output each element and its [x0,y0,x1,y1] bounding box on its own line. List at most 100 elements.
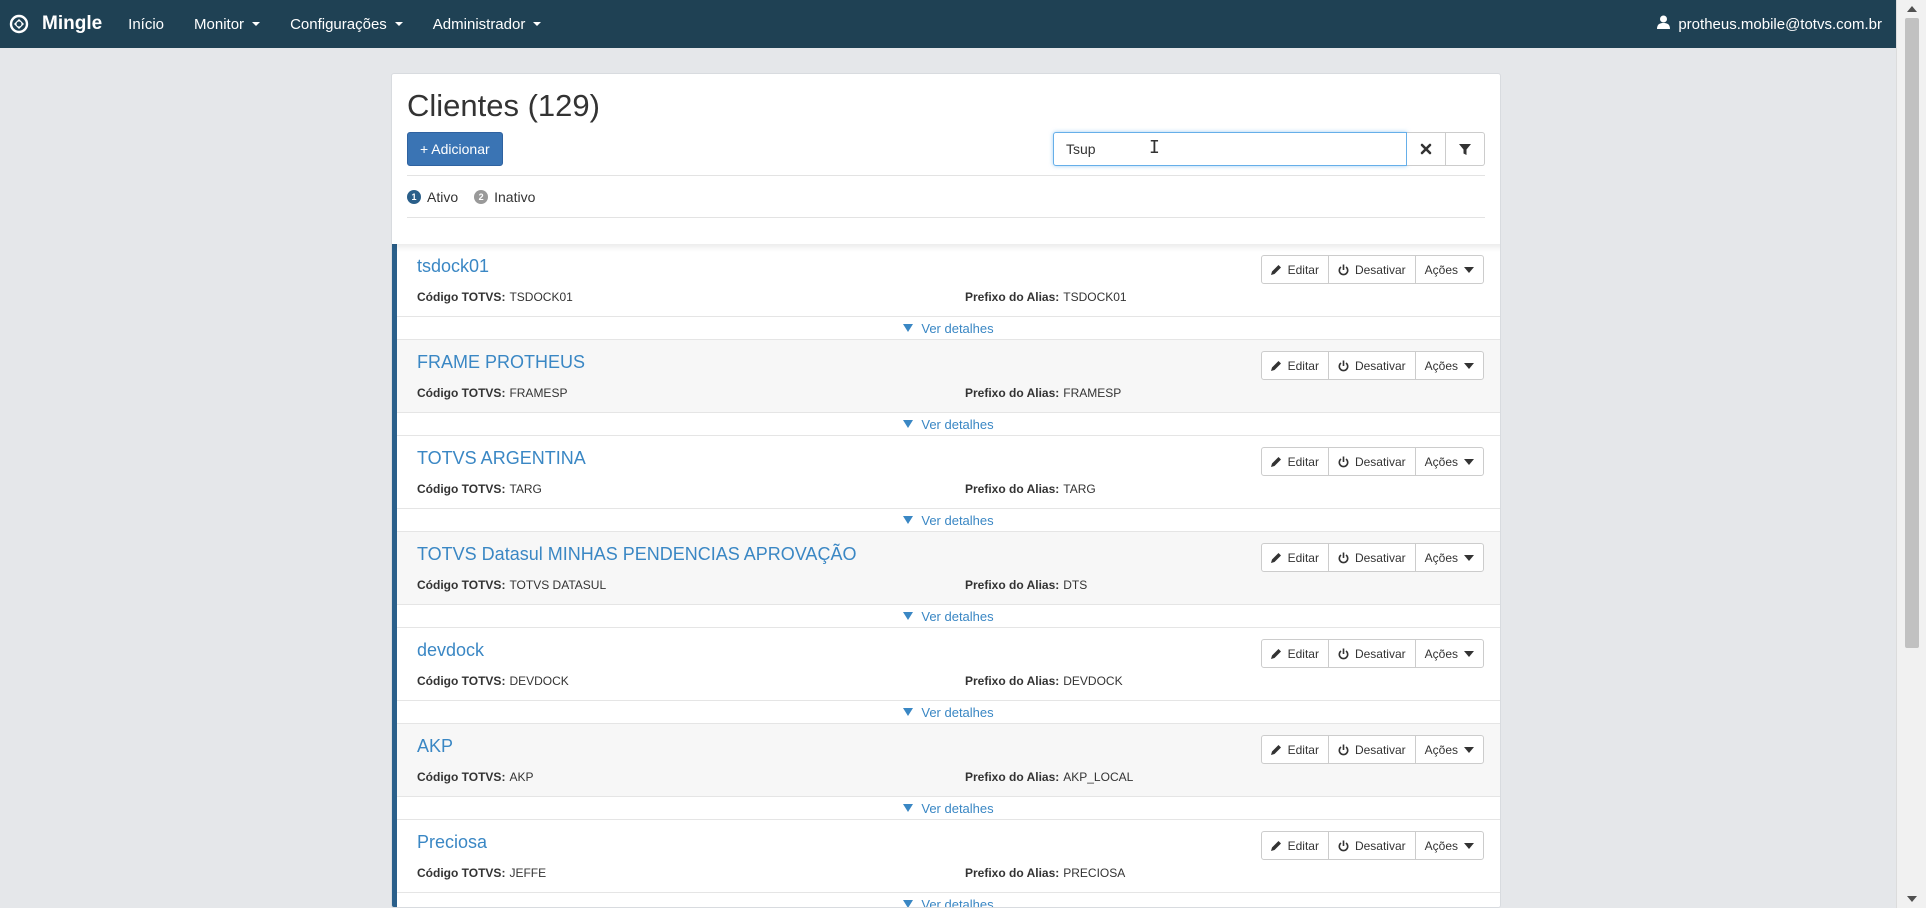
edit-button[interactable]: Editar [1260,735,1329,764]
deactivate-label: Desativar [1354,358,1406,373]
nav-configuracoes-label: Configurações [290,15,387,33]
nav-inicio[interactable]: Início [128,16,164,33]
deactivate-button[interactable]: Desativar [1327,735,1416,764]
nav-administrador[interactable]: Administrador [433,16,542,33]
page-scrollbar[interactable] [1896,0,1926,908]
deactivate-button[interactable]: Desativar [1327,447,1416,476]
client-actions: Editar Desativar Ações [1260,543,1484,572]
client-code: Código TOTVS: TARG [417,482,542,496]
filter-button[interactable] [1446,132,1485,166]
alias-value: AKP_LOCAL [1063,770,1134,784]
edit-button[interactable]: Editar [1260,639,1329,668]
edit-button[interactable]: Editar [1260,543,1329,572]
code-value: TSDOCK01 [509,290,573,304]
actions-label: Ações [1424,646,1458,661]
view-details-label: Ver detalhes [921,800,994,816]
deactivate-button[interactable]: Desativar [1327,543,1416,572]
nav-configuracoes[interactable]: Configurações [290,16,403,33]
actions-dropdown-button[interactable]: Ações [1414,543,1484,572]
view-details-toggle[interactable]: Ver detalhes [397,508,1500,532]
client-name-link[interactable]: TOTVS ARGENTINA [417,448,586,469]
view-details-toggle[interactable]: Ver detalhes [397,316,1500,340]
mingle-logo-icon[interactable] [8,13,30,35]
code-label: Código TOTVS: [417,866,506,880]
code-label: Código TOTVS: [417,386,506,400]
alias-label: Prefixo do Alias: [965,386,1060,400]
code-value: FRAMESP [509,386,568,400]
status-label-inativo[interactable]: Inativo [494,189,535,205]
power-icon [1338,744,1349,755]
view-details-toggle[interactable]: Ver detalhes [397,412,1500,436]
client-name-link[interactable]: TOTVS Datasul MINHAS PENDENCIAS APROVAÇÃ… [417,544,856,565]
scroll-up-arrow-icon[interactable] [1907,6,1917,12]
status-label-ativo[interactable]: Ativo [427,189,458,205]
alias-value: TSDOCK01 [1063,290,1127,304]
list-item: Preciosa Código TOTVS: JEFFE Prefixo do A… [397,820,1500,908]
client-name-link[interactable]: AKP [417,736,453,757]
nav-monitor[interactable]: Monitor [194,15,261,33]
client-actions: Editar Desativar Ações [1260,255,1484,284]
deactivate-button[interactable]: Desativar [1327,351,1416,380]
client-alias: Prefixo do Alias: PRECIOSA [965,866,1125,880]
deactivate-button[interactable]: Desativar [1327,639,1416,668]
view-details-label: Ver detalhes [921,416,994,432]
nav-monitor-label: Monitor [194,15,245,33]
deactivate-label: Desativar [1354,838,1406,853]
view-details-label: Ver detalhes [921,704,994,720]
deactivate-label: Desativar [1354,742,1406,757]
edit-button[interactable]: Editar [1260,447,1329,476]
view-details-toggle[interactable]: Ver detalhes [397,604,1500,628]
client-name-link[interactable]: Preciosa [417,832,487,853]
status-badge-ativo: 1 [407,189,421,204]
clear-search-button[interactable] [1407,132,1446,166]
actions-dropdown-button[interactable]: Ações [1414,735,1484,764]
top-navbar: Mingle Início Monitor Configurações Admi… [0,0,1896,48]
deactivate-button[interactable]: Desativar [1327,255,1416,284]
client-actions: Editar Desativar Ações [1260,639,1484,668]
clients-panel: Clientes (129) + Adicionar I 1 Ativo 2 I… [391,73,1501,908]
panel-header: Clientes (129) + Adicionar I 1 Ativo 2 I… [392,74,1500,244]
edit-label: Editar [1287,262,1319,277]
caret-down-icon [1464,554,1474,561]
edit-button[interactable]: Editar [1260,255,1329,284]
actions-dropdown-button[interactable]: Ações [1414,447,1484,476]
view-details-toggle[interactable]: Ver detalhes [397,796,1500,820]
actions-dropdown-button[interactable]: Ações [1414,351,1484,380]
client-alias: Prefixo do Alias: TSDOCK01 [965,290,1127,304]
code-label: Código TOTVS: [417,290,506,304]
text-cursor-icon: I [1149,137,1160,158]
add-client-button[interactable]: + Adicionar [407,132,503,166]
scrollbar-thumb[interactable] [1905,18,1919,648]
client-alias: Prefixo do Alias: FRAMESP [965,386,1121,400]
deactivate-button[interactable]: Desativar [1327,831,1416,860]
brand-name[interactable]: Mingle [42,13,102,35]
caret-down-icon [1464,746,1474,753]
client-actions: Editar Desativar Ações [1260,735,1484,764]
power-icon [1338,264,1349,275]
view-details-toggle[interactable]: Ver detalhes [397,700,1500,724]
edit-button[interactable]: Editar [1260,351,1329,380]
client-name-link[interactable]: FRAME PROTHEUS [417,352,585,373]
deactivate-label: Desativar [1354,646,1406,661]
search-input[interactable] [1053,132,1407,166]
pencil-icon [1270,265,1281,275]
pencil-icon [1270,745,1281,755]
triangle-down-icon [903,804,914,812]
actions-dropdown-button[interactable]: Ações [1414,639,1484,668]
view-details-label: Ver detalhes [921,896,994,908]
scroll-down-arrow-icon[interactable] [1907,896,1917,902]
view-details-toggle[interactable]: Ver detalhes [397,892,1500,908]
actions-dropdown-button[interactable]: Ações [1414,831,1484,860]
client-name-link[interactable]: tsdock01 [417,256,489,277]
actions-dropdown-button[interactable]: Ações [1414,255,1484,284]
client-alias: Prefixo do Alias: DEVDOCK [965,674,1123,688]
pencil-icon [1270,361,1281,371]
client-name-link[interactable]: devdock [417,640,484,661]
actions-label: Ações [1424,550,1458,565]
user-menu[interactable]: protheus.mobile@totvs.com.br [1657,0,1882,48]
actions-label: Ações [1424,262,1458,277]
edit-label: Editar [1287,454,1319,469]
pencil-icon [1270,649,1281,659]
client-actions: Editar Desativar Ações [1260,351,1484,380]
edit-button[interactable]: Editar [1260,831,1329,860]
